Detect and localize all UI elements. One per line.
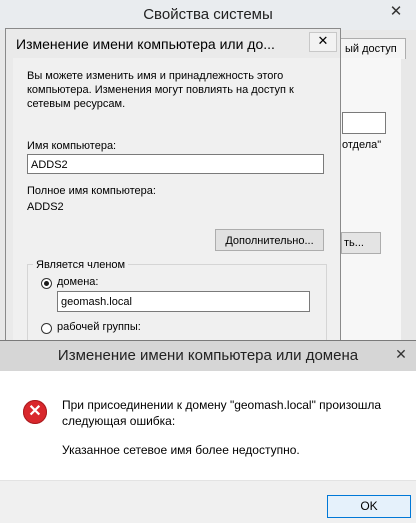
full-computer-name-label: Полное имя компьютера: (27, 185, 156, 197)
system-properties-panel (338, 58, 401, 345)
name-change-close-button[interactable]: ✕ (309, 32, 337, 52)
domain-input[interactable]: geomash.local (57, 291, 310, 312)
radio-selected-dot (44, 281, 49, 286)
domain-radio-label[interactable]: домена: (57, 276, 98, 288)
name-change-intro-text: Вы можете изменить имя и принадлежность … (27, 70, 294, 110)
full-computer-name-value: ADDS2 (27, 201, 64, 213)
domain-radio[interactable] (41, 278, 52, 289)
error-icon-glyph: ✕ (28, 403, 42, 420)
error-icon: ✕ (23, 400, 47, 424)
system-properties-close-button[interactable]: ✕ (378, 0, 414, 26)
workgroup-radio-label[interactable]: рабочей группы: (57, 321, 141, 333)
ok-button[interactable]: OK (327, 495, 411, 518)
system-properties-description-field[interactable] (342, 112, 386, 134)
computer-name-label: Имя компьютера: (27, 140, 117, 152)
more-button[interactable]: Дополнительно... (215, 229, 324, 251)
system-properties-partial-text: отдела" (342, 139, 382, 151)
error-message: При присоединении к домену "geomash.loca… (62, 398, 382, 428)
system-properties-title: Свойства системы (0, 0, 416, 30)
system-properties-tab-remote[interactable]: ый доступ (338, 38, 406, 59)
member-of-legend: Является членом (33, 259, 129, 271)
workgroup-radio[interactable] (41, 323, 52, 334)
error-dialog-close-button[interactable]: ✕ (388, 344, 414, 364)
name-change-title: Изменение имени компьютера или до... (6, 29, 338, 59)
computer-name-input[interactable]: ADDS2 (27, 154, 324, 174)
error-dialog-title: Изменение имени компьютера или домена (57, 347, 359, 364)
system-properties-change-button[interactable]: ть... (341, 232, 381, 254)
error-detail: Указанное сетевое имя более недоступно. (62, 443, 300, 457)
